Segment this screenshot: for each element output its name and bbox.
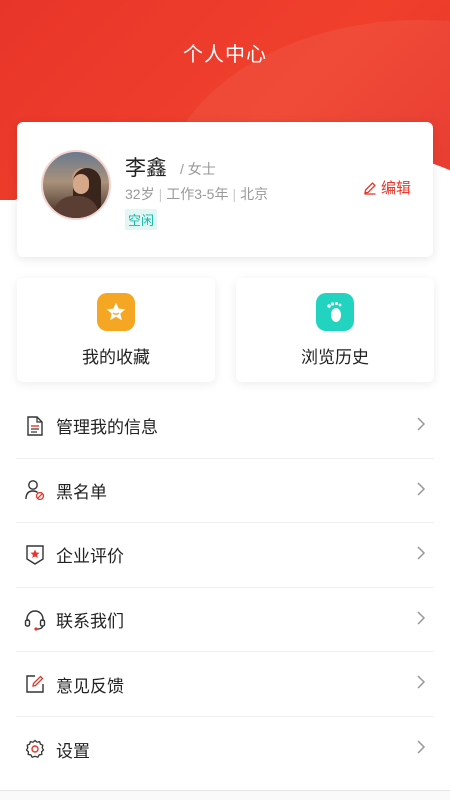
star-icon [97,293,135,331]
favorites-button[interactable]: 我的收藏 [17,278,215,382]
page-title: 个人中心 [183,44,267,66]
favorites-label: 我的收藏 [82,348,150,367]
edit-label: 编辑 [380,180,411,197]
profile-name: 李鑫 [125,157,167,180]
chevron-right-icon [417,611,426,625]
menu-item-blacklist[interactable]: 黑名单 [16,459,434,524]
menu-item-label: 管理我的信息 [56,418,158,438]
menu-item-label: 设置 [56,741,90,761]
menu-item-label: 企业评价 [56,547,124,567]
bottom-tab-bar [0,790,450,800]
edit-profile-button[interactable]: 编辑 [363,177,411,198]
profile-meta: 32岁 | 工作3-5年 | 北京 [125,186,269,202]
menu-item-feedback[interactable]: 意见反馈 [16,652,434,717]
chevron-right-icon [417,417,426,431]
user-block-icon [24,479,46,501]
menu-item-label: 联系我们 [56,612,124,632]
document-icon [24,415,46,437]
history-label: 浏览历史 [301,348,369,367]
profile-gender: / 女士 [180,161,216,177]
profile-city: 北京 [240,186,269,202]
profile-experience: 工作3-5年 [166,186,229,202]
menu-item-manage-info[interactable]: 管理我的信息 [16,394,434,459]
badge-star-icon [24,544,46,566]
chevron-right-icon [417,740,426,754]
menu-item-company-review[interactable]: 企业评价 [16,523,434,588]
chevron-right-icon [417,482,426,496]
profile-card: 李鑫 / 女士 32岁 | 工作3-5年 | 北京 空闲 编辑 [17,122,433,257]
footprint-icon [316,293,354,331]
chevron-right-icon [417,546,426,560]
status-badge: 空闲 [125,209,158,230]
profile-age: 32岁 [125,186,155,202]
history-button[interactable]: 浏览历史 [236,278,434,382]
headset-icon [24,609,46,631]
menu-item-contact-us[interactable]: 联系我们 [16,588,434,653]
menu-item-label: 意见反馈 [56,676,124,696]
chevron-right-icon [417,675,426,689]
gear-icon [24,738,46,760]
edit-feedback-icon [24,673,46,695]
avatar[interactable] [41,150,111,220]
settings-menu: 管理我的信息 黑名单 企业评价 联系我们 意见反馈 设置 [16,394,434,782]
menu-item-settings[interactable]: 设置 [16,717,434,782]
pencil-icon [364,181,376,195]
menu-item-label: 黑名单 [56,482,107,502]
